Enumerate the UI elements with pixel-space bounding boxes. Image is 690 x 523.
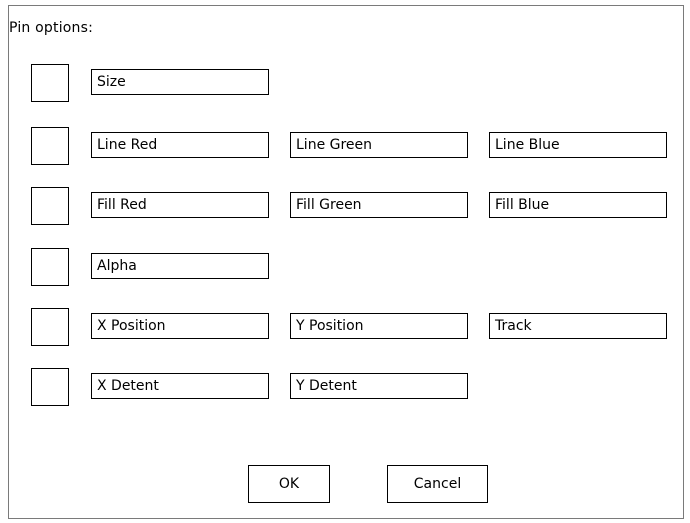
x-position-field[interactable]: X Position xyxy=(91,313,269,339)
ok-button[interactable]: OK xyxy=(248,465,330,503)
y-detent-field[interactable]: Y Detent xyxy=(290,373,468,399)
x-detent-field[interactable]: X Detent xyxy=(91,373,269,399)
alpha-checkbox[interactable] xyxy=(31,248,69,286)
line-blue-field[interactable]: Line Blue xyxy=(489,132,667,158)
y-position-field[interactable]: Y Position xyxy=(290,313,468,339)
line-green-field[interactable]: Line Green xyxy=(290,132,468,158)
position-row: X Position Y Position Track xyxy=(9,308,683,350)
fill-green-field[interactable]: Fill Green xyxy=(290,192,468,218)
cancel-button[interactable]: Cancel xyxy=(387,465,488,503)
fill-blue-field[interactable]: Fill Blue xyxy=(489,192,667,218)
size-checkbox[interactable] xyxy=(31,64,69,102)
fill-color-checkbox[interactable] xyxy=(31,187,69,225)
line-red-field[interactable]: Line Red xyxy=(91,132,269,158)
detent-checkbox[interactable] xyxy=(31,368,69,406)
alpha-field[interactable]: Alpha xyxy=(91,253,269,279)
pin-options-dialog: Pin options: Size Line Red Line Green Li… xyxy=(8,5,684,519)
fill-red-field[interactable]: Fill Red xyxy=(91,192,269,218)
position-checkbox[interactable] xyxy=(31,308,69,346)
detent-row: X Detent Y Detent xyxy=(9,368,683,410)
dialog-title: Pin options: xyxy=(9,20,94,36)
size-row: Size xyxy=(9,64,683,106)
fill-color-row: Fill Red Fill Green Fill Blue xyxy=(9,187,683,229)
alpha-row: Alpha xyxy=(9,248,683,290)
size-field[interactable]: Size xyxy=(91,69,269,95)
line-color-checkbox[interactable] xyxy=(31,127,69,165)
track-field[interactable]: Track xyxy=(489,313,667,339)
line-color-row: Line Red Line Green Line Blue xyxy=(9,127,683,169)
